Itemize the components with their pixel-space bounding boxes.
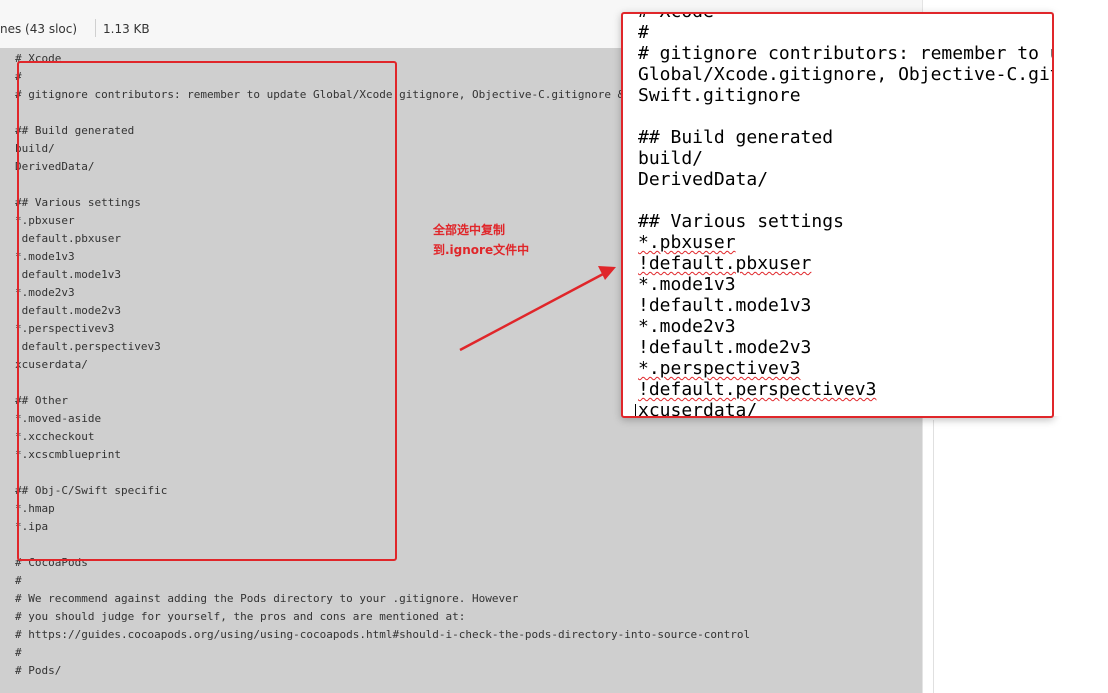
- editor-line: ## Build generated: [638, 127, 834, 148]
- editor-line: Global/Xcode.gitignore, Objective-C.giti…: [638, 64, 1052, 85]
- editor-line: !default.perspectivev3: [638, 379, 877, 400]
- editor-line: # gitignore contributors: remember to up…: [638, 43, 1052, 64]
- editor-line: *.mode2v3: [638, 316, 736, 337]
- editor-line: ## Various settings: [638, 211, 844, 232]
- gitignore-editor-window[interactable]: # Xcode # # gitignore contributors: reme…: [621, 12, 1054, 418]
- editor-window-overflow: [1054, 12, 1108, 416]
- editor-line: xcuserdata/: [638, 400, 758, 418]
- editor-line: #: [638, 22, 649, 43]
- editor-line: build/: [638, 148, 704, 169]
- text-cursor: [635, 404, 636, 416]
- editor-line: !default.mode2v3: [638, 337, 812, 358]
- editor-line: *.perspectivev3: [638, 358, 801, 379]
- editor-line: !default.mode1v3: [638, 295, 812, 316]
- editor-line: DerivedData/: [638, 169, 769, 190]
- editor-line: # Xcode: [638, 14, 714, 22]
- editor-line: Swift.gitignore: [638, 85, 801, 106]
- editor-line: !default.pbxuser: [638, 253, 812, 274]
- editor-line: *.mode1v3: [638, 274, 736, 295]
- editor-line: *.pbxuser: [638, 232, 736, 253]
